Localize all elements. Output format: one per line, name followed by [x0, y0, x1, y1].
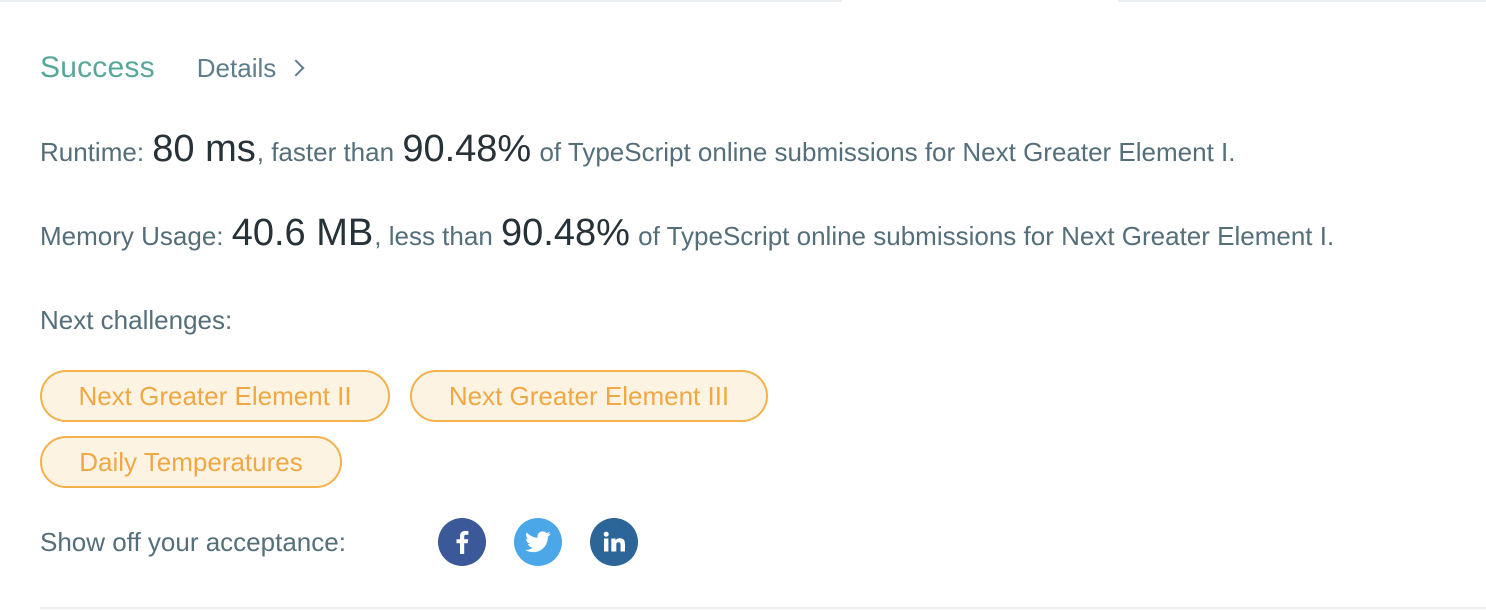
memory-label: Memory Usage:	[40, 221, 224, 251]
next-challenges-label: Next challenges:	[40, 305, 233, 335]
runtime-line: Runtime: 80 ms , faster than 90.48% of T…	[40, 128, 1235, 171]
share-label: Show off your acceptance:	[40, 526, 346, 557]
share-row: Show off your acceptance:	[40, 518, 638, 566]
details-link[interactable]: Details	[196, 52, 305, 84]
facebook-icon	[456, 530, 469, 554]
memory-comparison: , less than	[374, 221, 493, 251]
linkedin-share-button[interactable]	[590, 518, 638, 566]
memory-value: 40.6 MB	[231, 212, 374, 254]
twitter-icon	[525, 531, 551, 553]
runtime-label: Runtime:	[40, 137, 145, 167]
memory-suffix: of TypeScript online submissions for Nex…	[638, 221, 1335, 251]
status-text: Success	[40, 51, 155, 84]
linkedin-icon	[603, 531, 625, 552]
challenge-chip-next-greater-element-ii[interactable]: Next Greater Element II	[40, 370, 390, 422]
result-header: Success Details	[40, 50, 305, 86]
runtime-value: 80 ms	[152, 128, 256, 170]
runtime-comparison: , faster than	[256, 137, 395, 167]
facebook-share-button[interactable]	[438, 518, 486, 566]
memory-line: Memory Usage: 40.6 MB , less than 90.48%…	[40, 212, 1334, 255]
challenge-chip-daily-temperatures[interactable]: Daily Temperatures	[40, 436, 342, 488]
bottom-divider	[40, 607, 1486, 609]
runtime-percent: 90.48%	[402, 128, 532, 170]
submission-result-panel: Success Details Runtime: 80 ms , faster …	[40, 0, 1480, 610]
runtime-suffix: of TypeScript online submissions for Nex…	[539, 137, 1236, 167]
challenge-chip-next-greater-element-iii[interactable]: Next Greater Element III	[410, 370, 768, 422]
memory-percent: 90.48%	[501, 212, 630, 254]
chevron-right-icon	[287, 59, 305, 77]
details-label: Details	[196, 52, 277, 83]
twitter-share-button[interactable]	[514, 518, 562, 566]
